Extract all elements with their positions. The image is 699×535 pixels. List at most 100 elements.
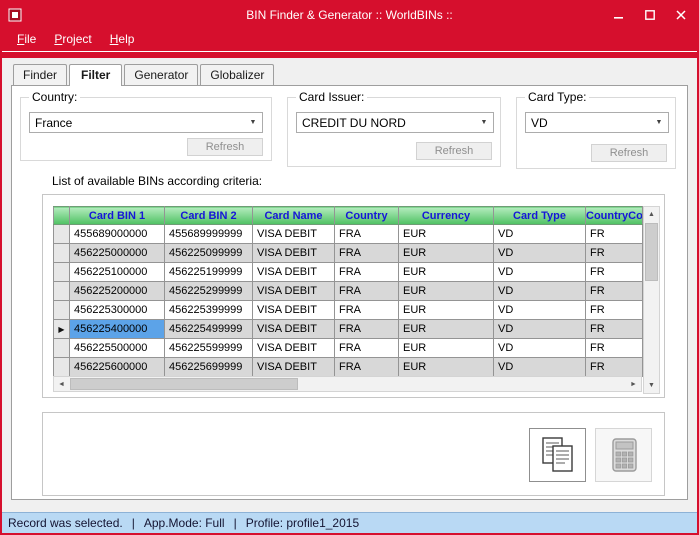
column-header[interactable]: Currency [399, 207, 494, 225]
scroll-right-icon[interactable]: ► [626, 377, 641, 391]
scroll-left-icon[interactable]: ◄ [54, 377, 69, 391]
grid-cell[interactable]: 456225099999 [165, 244, 253, 263]
minimize-icon[interactable] [608, 6, 630, 23]
maximize-icon[interactable] [639, 6, 661, 23]
grid-cell[interactable]: VISA DEBIT [253, 263, 335, 282]
column-header[interactable]: Country [335, 207, 399, 225]
grid-cell[interactable]: VISA DEBIT [253, 320, 335, 339]
tab-globalizer[interactable]: Globalizer [200, 64, 274, 86]
grid-cell[interactable]: VISA DEBIT [253, 282, 335, 301]
column-header[interactable]: Card BIN 2 [165, 207, 253, 225]
grid-cell[interactable]: EUR [399, 301, 494, 320]
row-selector[interactable] [54, 282, 70, 301]
grid-cell[interactable]: FRA [335, 320, 399, 339]
grid-cell[interactable]: VD [494, 225, 586, 244]
row-selector[interactable] [54, 358, 70, 377]
grid-cell[interactable]: VD [494, 282, 586, 301]
card-issuer-combobox[interactable]: CREDIT DU NORD ▼ [296, 112, 494, 133]
grid-cell[interactable]: FR [586, 358, 643, 377]
grid-cell[interactable]: FR [586, 301, 643, 320]
chevron-down-icon[interactable]: ▼ [475, 113, 493, 132]
grid-cell[interactable]: 456225299999 [165, 282, 253, 301]
grid-cell[interactable]: EUR [399, 320, 494, 339]
grid-cell[interactable]: EUR [399, 282, 494, 301]
close-icon[interactable] [670, 6, 692, 23]
column-header[interactable]: Card Type [494, 207, 586, 225]
grid-cell[interactable]: VISA DEBIT [253, 358, 335, 377]
grid-cell[interactable]: EUR [399, 225, 494, 244]
chevron-down-icon[interactable]: ▼ [244, 113, 262, 132]
grid-cell[interactable]: EUR [399, 358, 494, 377]
grid-cell[interactable]: 456225399999 [165, 301, 253, 320]
grid-cell[interactable]: 455689999999 [165, 225, 253, 244]
grid-cell[interactable]: FRA [335, 358, 399, 377]
card-type-combobox[interactable]: VD ▼ [525, 112, 669, 133]
tab-filter[interactable]: Filter [69, 64, 122, 86]
tab-finder[interactable]: Finder [13, 64, 67, 86]
grid-cell[interactable]: 456225500000 [70, 339, 165, 358]
grid-cell[interactable]: VISA DEBIT [253, 339, 335, 358]
scroll-up-icon[interactable]: ▲ [644, 207, 659, 222]
card-type-refresh-button[interactable]: Refresh [591, 144, 667, 162]
grid-cell[interactable]: 456225600000 [70, 358, 165, 377]
row-selector[interactable] [54, 263, 70, 282]
grid-cell[interactable]: FR [586, 282, 643, 301]
menu-file[interactable]: File [8, 30, 45, 48]
grid-cell[interactable]: FRA [335, 282, 399, 301]
grid-cell[interactable]: FRA [335, 339, 399, 358]
grid-cell[interactable]: VD [494, 244, 586, 263]
column-header[interactable]: Card Name [253, 207, 335, 225]
grid-cell[interactable]: EUR [399, 244, 494, 263]
country-refresh-button[interactable]: Refresh [187, 138, 263, 156]
grid-cell[interactable]: 456225599999 [165, 339, 253, 358]
grid-cell[interactable]: EUR [399, 263, 494, 282]
column-header[interactable]: CountryCod [586, 207, 643, 225]
grid-cell[interactable]: VD [494, 263, 586, 282]
grid-cell[interactable]: 456225000000 [70, 244, 165, 263]
row-selector[interactable] [54, 339, 70, 358]
grid-cell[interactable]: VD [494, 339, 586, 358]
vertical-scroll-thumb[interactable] [645, 223, 658, 281]
grid-cell[interactable]: VISA DEBIT [253, 301, 335, 320]
grid-cell[interactable]: FR [586, 320, 643, 339]
column-header[interactable]: Card BIN 1 [70, 207, 165, 225]
row-selector[interactable] [54, 225, 70, 244]
grid-cell[interactable]: VD [494, 358, 586, 377]
menu-project[interactable]: Project [45, 30, 100, 48]
calculator-button[interactable] [595, 428, 652, 482]
copy-documents-button[interactable] [529, 428, 586, 482]
grid-cell[interactable]: 456225200000 [70, 282, 165, 301]
grid-cell[interactable]: 456225499999 [165, 320, 253, 339]
grid-cell[interactable]: FR [586, 339, 643, 358]
grid-cell[interactable]: FR [586, 263, 643, 282]
grid-cell[interactable]: FRA [335, 225, 399, 244]
horizontal-scrollbar[interactable]: ◄ ► [53, 376, 642, 392]
row-selector[interactable] [54, 244, 70, 263]
grid-cell[interactable]: EUR [399, 339, 494, 358]
vertical-scrollbar[interactable]: ▲ ▼ [643, 206, 660, 394]
grid-cell[interactable]: FR [586, 225, 643, 244]
horizontal-scroll-thumb[interactable] [70, 378, 298, 390]
grid-cell[interactable]: 456225199999 [165, 263, 253, 282]
grid-cell[interactable]: VISA DEBIT [253, 244, 335, 263]
row-selector-header[interactable] [54, 207, 70, 225]
scroll-down-icon[interactable]: ▼ [644, 378, 659, 393]
grid-cell[interactable]: FR [586, 244, 643, 263]
menu-help[interactable]: Help [101, 30, 144, 48]
grid-cell[interactable]: FRA [335, 301, 399, 320]
card-issuer-refresh-button[interactable]: Refresh [416, 142, 492, 160]
current-row-arrow-icon[interactable]: ▶ [54, 320, 70, 339]
tab-generator[interactable]: Generator [124, 64, 198, 86]
grid-cell[interactable]: 456225300000 [70, 301, 165, 320]
grid-cell[interactable]: FRA [335, 263, 399, 282]
grid-cell[interactable]: 456225400000 [70, 320, 165, 339]
grid-cell[interactable]: 455689000000 [70, 225, 165, 244]
grid-cell[interactable]: VISA DEBIT [253, 225, 335, 244]
grid-cell[interactable]: 456225100000 [70, 263, 165, 282]
grid-cell[interactable]: FRA [335, 244, 399, 263]
grid-cell[interactable]: VD [494, 301, 586, 320]
grid-cell[interactable]: 456225699999 [165, 358, 253, 377]
row-selector[interactable] [54, 301, 70, 320]
grid-cell[interactable]: VD [494, 320, 586, 339]
country-combobox[interactable]: France ▼ [29, 112, 263, 133]
